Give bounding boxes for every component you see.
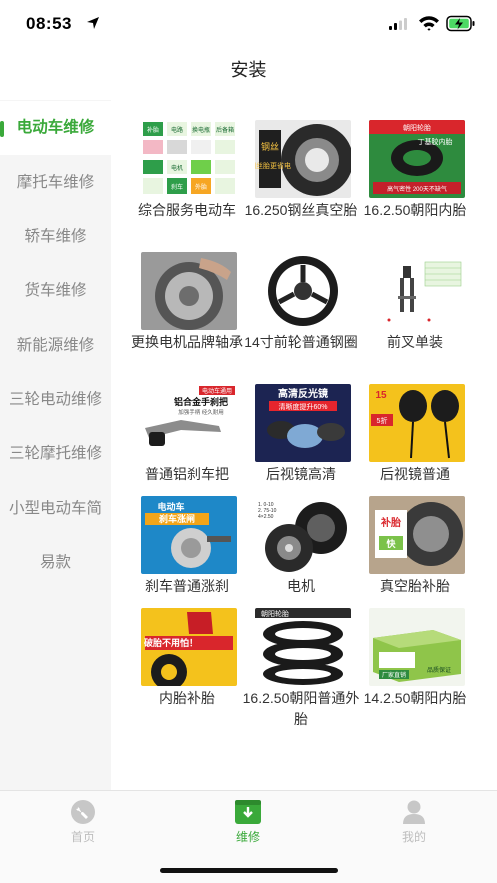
sidebar-item-ebike-repair[interactable]: 电动车维修	[0, 101, 111, 155]
image-text: 清晰度提升60%	[278, 402, 327, 411]
product-name: 真空胎补胎	[380, 578, 450, 594]
product-image: 厂家直销 品质保证	[369, 608, 465, 686]
image-text: 铝合金手刹把	[174, 396, 228, 407]
image-text: 刹车涨闸	[159, 513, 195, 524]
sidebar-item-label: 货车维修	[24, 282, 87, 299]
sidebar-item-e-tricycle-repair[interactable]: 三轮电动维修	[0, 373, 111, 427]
product-image: 1. 0-10 2. 75-10 4×2.50	[255, 496, 351, 574]
sidebar-item-label: 三轮电动维修	[8, 391, 102, 408]
product-image: 15 5折	[369, 384, 465, 462]
page-title: 安装	[230, 60, 267, 80]
image-text: 丁基胶内胎	[418, 137, 453, 146]
product-image: 补胎 快	[369, 496, 465, 574]
download-box-icon	[235, 800, 261, 824]
product-name: 16.2.50朝阳普通外胎	[242, 690, 360, 727]
image-text: 朝阳轮胎	[403, 123, 431, 132]
product-name: 16.250钢丝真空胎	[244, 202, 358, 218]
image-text: 15	[375, 390, 387, 401]
image-text: 品质保证	[427, 666, 451, 674]
battery-charging-icon	[446, 15, 475, 32]
image-text: 钢丝	[261, 141, 279, 152]
product-name: 更换电机品牌轴承	[131, 334, 243, 350]
svg-text:4×2.50: 4×2.50	[258, 514, 274, 520]
status-bar: 08:53	[0, 0, 497, 48]
image-text: 高清反光镜	[278, 387, 328, 400]
image-text: 电机	[171, 164, 183, 172]
image-text: 电路	[171, 126, 183, 134]
product-name: 14.2.50朝阳内胎	[363, 690, 467, 706]
image-text: 加强手柄 经久耐用	[178, 408, 224, 416]
product-image: 朝阳轮胎	[255, 608, 351, 686]
product-name: 14寸前轮普通钢圈	[244, 334, 358, 350]
sidebar-item-moto-tricycle-repair[interactable]: 三轮摩托维修	[0, 427, 111, 481]
person-icon	[403, 800, 425, 824]
product-name: 内胎补胎	[159, 690, 215, 706]
tab-label: 我的	[401, 830, 426, 844]
product-image: 破胎不用怕！	[141, 608, 237, 686]
image-text: 钢丝胎更省电	[255, 161, 291, 170]
product-image: 补胎 电路 换电瓶 后备箱 电机 刹车 外胎	[141, 120, 237, 198]
image-text: 刹车	[171, 183, 183, 191]
sidebar-item-new-energy-repair[interactable]: 新能源维修	[0, 319, 111, 373]
product-image	[141, 252, 237, 330]
product-image: 电动车通用 铝合金手刹把 加强手柄 经久耐用	[141, 384, 237, 462]
product-image	[255, 252, 351, 330]
sidebar-item-label: 三轮摩托维修	[8, 445, 102, 462]
sidebar-item-label: 新能源维修	[16, 337, 95, 354]
location-arrow-icon	[87, 17, 99, 29]
image-text: 补胎	[380, 516, 401, 529]
product-image: 电动车 刹车涨闸	[141, 496, 237, 574]
sidebar-item-truck-repair[interactable]: 货车维修	[0, 264, 111, 318]
status-time: 08:53	[26, 14, 72, 33]
sidebar-item-motorcycle-repair[interactable]: 摩托车维修	[0, 156, 111, 210]
tab-repair[interactable]: 维修	[203, 799, 293, 845]
product-image	[369, 252, 465, 330]
product-image: 高清反光镜 清晰度提升60%	[255, 384, 351, 462]
image-text: 5折	[377, 416, 388, 425]
category-sidebar: 电动车维修 摩托车维修 轿车维修 货车维修 新能源维修 三轮电动维修 三轮摩托维…	[0, 100, 111, 790]
product-name: 后视镜普通	[380, 466, 450, 482]
product-name: 电机	[287, 578, 315, 594]
image-text: 高气密性 200天不缺气	[387, 185, 447, 193]
image-text: 快	[386, 538, 396, 549]
sidebar-item-label: 易款	[39, 554, 71, 571]
tab-mine[interactable]: 我的	[369, 799, 459, 845]
tab-label: 首页	[70, 830, 95, 844]
sidebar-item-mini-ebike[interactable]: 小型电动车简	[0, 482, 111, 536]
image-text: 破胎不用怕！	[144, 637, 198, 648]
sidebar-item-label: 小型电动车简	[8, 500, 102, 517]
sidebar-item-label: 摩托车维修	[16, 174, 95, 191]
signal-icon	[389, 18, 407, 30]
product-name: 刹车普通涨刹	[145, 578, 229, 594]
image-text: 补胎	[147, 126, 159, 134]
tab-home[interactable]: 首页	[38, 799, 128, 845]
tab-label: 维修	[235, 830, 260, 844]
sidebar-item-label: 轿车维修	[24, 228, 87, 245]
product-name: 后视镜高清	[266, 466, 336, 482]
product-image: 钢丝 钢丝胎更省电	[255, 120, 351, 198]
home-indicator	[160, 868, 338, 873]
wifi-icon	[419, 16, 439, 31]
product-name: 普通铝刹车把	[145, 466, 229, 482]
image-text: 厂家直销	[382, 671, 406, 679]
product-name: 前叉单装	[387, 334, 443, 350]
product-name: 综合服务电动车	[138, 202, 236, 218]
product-image: 朝阳轮胎 丁基胶内胎 高气密性 200天不缺气	[369, 120, 465, 198]
image-text: 换电瓶	[192, 126, 210, 134]
image-text: 朝阳轮胎	[261, 609, 289, 618]
image-text: 外胎	[195, 183, 207, 191]
image-text: 电动车	[157, 501, 184, 512]
sidebar-item-yikuan[interactable]: 易款	[0, 536, 111, 590]
sidebar-item-label: 电动车维修	[16, 119, 95, 136]
image-text: 电动车通用	[202, 387, 232, 395]
wrench-circle-icon	[71, 800, 95, 824]
image-text: 后备箱	[216, 126, 234, 134]
product-name: 16.2.50朝阳内胎	[363, 202, 467, 218]
sidebar-item-car-repair[interactable]: 轿车维修	[0, 210, 111, 264]
